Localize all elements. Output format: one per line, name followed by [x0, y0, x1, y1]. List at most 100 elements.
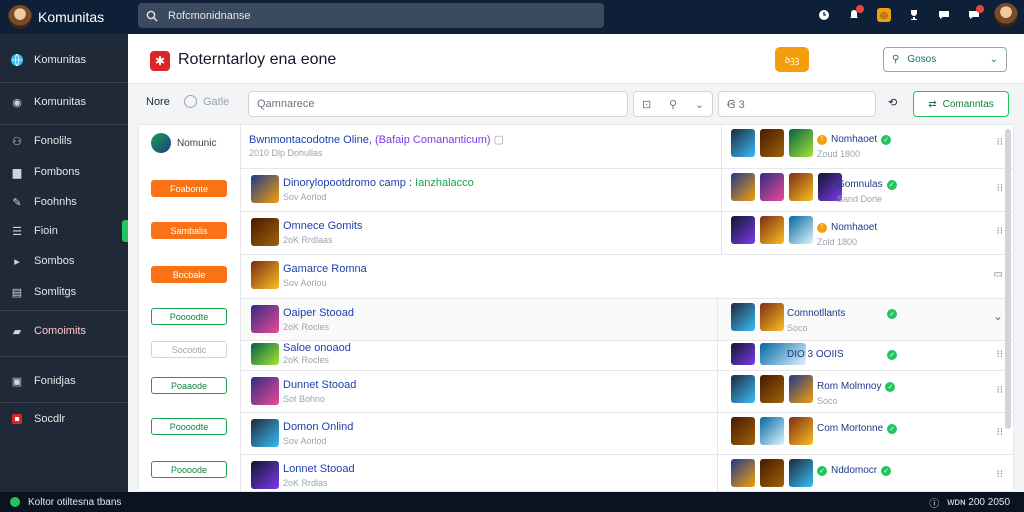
game-thumbnail[interactable] [251, 261, 279, 289]
row-user[interactable]: DIO 3 OOIIS [787, 349, 844, 360]
row-user[interactable]: Com Mortonne ✓ [817, 423, 898, 434]
tag-badge[interactable]: Poooodte [151, 308, 227, 325]
header-action-button[interactable]: ꝺꝫꝫ [775, 47, 809, 72]
tag-badge[interactable]: Bocbale [151, 266, 227, 283]
app-brand[interactable]: Komunitas [0, 5, 135, 29]
sidebar-item-sombos[interactable]: ▸ Sombos [0, 250, 128, 272]
tag-badge[interactable]: Sambalis [151, 222, 227, 239]
row-user[interactable]: ✓ Nddomocr ✓ [817, 465, 892, 476]
chat-icon[interactable] [934, 5, 954, 25]
table-row[interactable]: Lonnet Stooad 2oK Rrdlas ✓ Nddomocr ✓ ⁝⁝ [241, 455, 1013, 491]
row-action-icon[interactable]: ⁝⁝ [997, 469, 1003, 480]
list-icon: ☰ [12, 225, 22, 238]
game-thumbnail[interactable] [789, 417, 813, 445]
game-thumbnail[interactable] [789, 375, 813, 403]
game-thumbnail[interactable] [731, 173, 755, 201]
sidebar-item-fioin[interactable]: ☰ Fioin [0, 220, 128, 242]
filter-toggle[interactable]: Gatle [184, 95, 229, 108]
game-thumbnail[interactable] [760, 375, 784, 403]
tag-badge[interactable]: Foabonte [151, 180, 227, 197]
select-value: Gosos [907, 54, 937, 65]
sidebar-item-somlitgs[interactable]: ▤ Somlitgs [0, 281, 128, 303]
table-row[interactable]: Oaiper Stooad 2oK Rocles Comnotllants ✓ … [241, 299, 1013, 341]
tag-badge[interactable]: Poaaode [151, 377, 227, 394]
row-action-icon[interactable]: ⁝⁝ [997, 226, 1003, 237]
copy-icon[interactable]: ▢ [494, 134, 504, 146]
filter-icon-group[interactable]: ⊡ ⚲ ⌄ [633, 91, 713, 117]
table-row[interactable]: Domon Onlind Sov Aorlod Com Mortonne ✓ ⁝⁝ [241, 413, 1013, 455]
filter-search-input[interactable]: Qamnarece [248, 91, 628, 117]
table-row[interactable]: Dinorylopootdromo camp : Ianzhalacco Sov… [241, 169, 1013, 212]
profile-avatar[interactable] [994, 3, 1018, 27]
row-user[interactable]: ! Nomhaoet ✓ [817, 134, 892, 145]
row-action-icon[interactable]: ⁝⁝ [997, 183, 1003, 194]
chevron-down-icon[interactable]: ⌄ [993, 309, 1003, 323]
row-action-icon[interactable]: ⁝⁝ [997, 385, 1003, 396]
game-thumbnail[interactable] [731, 375, 755, 403]
sidebar-item-komunitas-2[interactable]: ◉ Komunitas [0, 91, 128, 113]
thumbnail-group [731, 417, 813, 445]
row-action-icon[interactable]: ⁝⁝ [997, 137, 1003, 148]
game-thumbnail[interactable] [760, 173, 784, 201]
game-thumbnail[interactable] [789, 129, 813, 157]
game-thumbnail[interactable] [251, 419, 279, 447]
game-thumbnail[interactable] [760, 459, 784, 487]
row-user[interactable]: ! Nomhaoet [817, 222, 877, 233]
game-thumbnail[interactable] [251, 305, 279, 333]
sidebar-item-socdlr[interactable]: Socdlr [0, 408, 128, 430]
game-thumbnail[interactable] [251, 377, 279, 405]
row-user[interactable]: Gomnulas ✓ [837, 179, 897, 190]
sidebar-item-komunitas[interactable]: Komunitas [0, 49, 128, 71]
game-thumbnail[interactable] [731, 216, 755, 244]
header-select[interactable]: ⚲ Gosos ⌄ [883, 47, 1007, 72]
game-thumbnail[interactable] [789, 459, 813, 487]
row-title: Dinorylopootdromo camp : Ianzhalacco [283, 177, 474, 189]
green-filter-button[interactable]: ⇄ Comanntas [913, 91, 1009, 117]
game-thumbnail[interactable] [760, 417, 784, 445]
row-action-icon[interactable]: ⁝⁝ [997, 427, 1003, 438]
row-action-icon[interactable]: ⁝⁝ [997, 349, 1003, 360]
game-thumbnail[interactable] [731, 343, 755, 365]
tag-badge[interactable]: Poooodte [151, 418, 227, 435]
tag-badge[interactable]: Poooode [151, 461, 227, 478]
messages-icon[interactable] [964, 5, 984, 25]
notification-bell-icon[interactable] [844, 5, 864, 25]
sidebar-item-comoimits[interactable]: ▰ Comoimits [0, 320, 128, 342]
game-thumbnail[interactable] [251, 343, 279, 365]
game-thumbnail[interactable] [760, 216, 784, 244]
sidebar-item-fombons[interactable]: ▆ Fombons [0, 161, 128, 183]
game-thumbnail[interactable] [251, 175, 279, 203]
search-input[interactable]: Rofcmonidnanse [138, 3, 604, 28]
row-user[interactable]: Rom Molmnoy ✓ [817, 381, 896, 392]
game-thumbnail[interactable] [731, 417, 755, 445]
game-thumbnail[interactable] [789, 216, 813, 244]
coin-icon[interactable]: ◎ [877, 8, 891, 22]
trophy-icon[interactable] [904, 5, 924, 25]
pen-icon: ✎ [12, 196, 22, 209]
sidebar-item-foohnhs[interactable]: ✎ Foohnhs [0, 191, 128, 213]
table-row[interactable]: Bwnmontacodotne Oline, (Bafaip Comananti… [241, 125, 1013, 169]
clock-icon[interactable] [814, 5, 834, 25]
game-thumbnail[interactable] [760, 129, 784, 157]
tag-header[interactable]: Nomunic [151, 133, 216, 153]
game-thumbnail[interactable] [731, 129, 755, 157]
sidebar-item-fonolils[interactable]: ⚇ Fonolils [0, 130, 128, 152]
game-thumbnail[interactable] [251, 461, 279, 489]
date-input[interactable]: Ꞡ 3 [718, 91, 876, 117]
info-icon[interactable]: ⓘ [929, 495, 939, 510]
game-thumbnail[interactable] [251, 218, 279, 246]
game-thumbnail[interactable] [789, 173, 813, 201]
game-thumbnail[interactable] [731, 459, 755, 487]
row-menu-icon[interactable]: ▭ [994, 269, 1003, 280]
table-row[interactable]: Omnece Gomits 2oK Rrdlaas ! Nomhaoet Zold… [241, 212, 1013, 255]
tag-badge[interactable]: Socootic [151, 341, 227, 358]
sidebar-item-fonidjas[interactable]: ▣ Fonidjas [0, 370, 128, 392]
refresh-icon[interactable]: ⟲ [888, 96, 897, 109]
game-thumbnail[interactable] [760, 303, 784, 331]
row-user[interactable]: Comnotllants [787, 308, 845, 319]
table-row[interactable]: Gamarce Romna Sov Aorlou ▭ [241, 255, 1013, 299]
table-row[interactable]: Dunnet Stooad Sot Bohno Rom Molmnoy ✓ Soc… [241, 371, 1013, 413]
game-thumbnail[interactable] [731, 303, 755, 331]
scrollbar[interactable] [1005, 129, 1011, 429]
table-row[interactable]: Saloe onoaod 2oK Rocles DIO 3 OOIIS ✓ ⁝⁝ [241, 341, 1013, 371]
